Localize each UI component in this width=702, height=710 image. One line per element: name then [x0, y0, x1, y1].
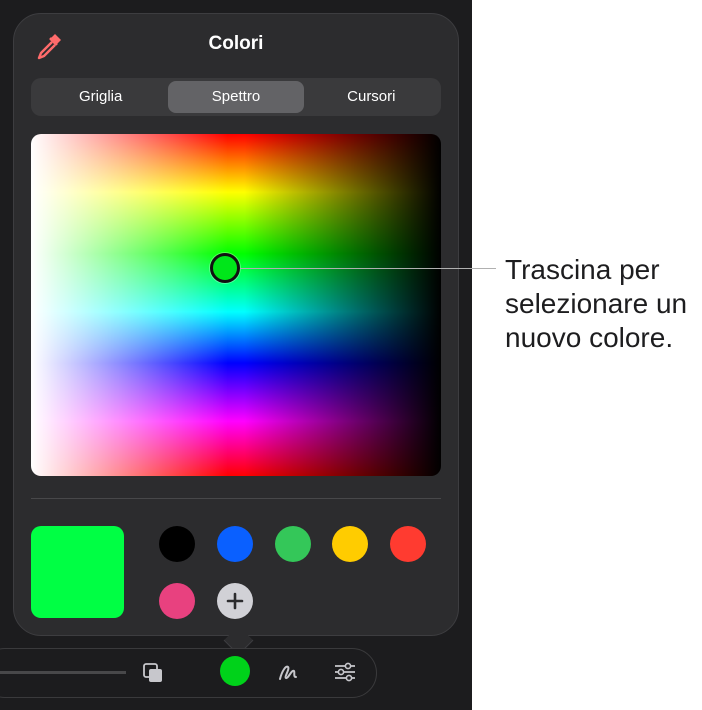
swatch-yellow[interactable]: [332, 526, 368, 562]
swatch-pink[interactable]: [159, 583, 195, 619]
add-color-button[interactable]: [217, 583, 253, 619]
swatch-red[interactable]: [390, 526, 426, 562]
divider: [31, 498, 441, 499]
panel-title: Colori: [208, 33, 264, 54]
opacity-slider-track[interactable]: [0, 671, 126, 674]
callout-line: [240, 268, 496, 269]
view-mode-segmented-control: Griglia Spettro Cursori: [31, 78, 441, 116]
tab-spettro[interactable]: Spettro: [168, 81, 304, 113]
sliders-icon[interactable]: [331, 658, 359, 686]
tab-cursori[interactable]: Cursori: [304, 81, 439, 113]
color-spectrum[interactable]: [31, 134, 441, 476]
plus-icon: [226, 592, 244, 610]
swatch-green[interactable]: [275, 526, 311, 562]
swatch-black[interactable]: [159, 526, 195, 562]
spectrum-selection-handle[interactable]: [210, 253, 240, 283]
current-color-swatch: [31, 526, 124, 618]
color-well-button[interactable]: [220, 656, 250, 686]
layers-icon[interactable]: [139, 659, 167, 687]
tab-griglia[interactable]: Griglia: [33, 81, 168, 113]
swatch-blue[interactable]: [217, 526, 253, 562]
callout-text: Trascina per selezionare un nuovo colore…: [505, 254, 688, 353]
pen-icon[interactable]: [275, 658, 303, 686]
